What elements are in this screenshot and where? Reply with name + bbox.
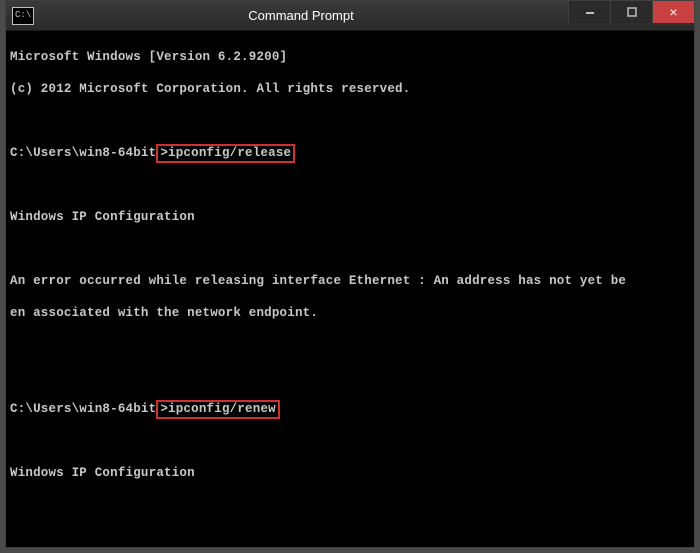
prompt-release: C:\Users\win8-64bit>ipconfig/release: [10, 145, 690, 161]
blank-line: [10, 529, 690, 545]
titlebar[interactable]: C:\ Command Prompt ×: [6, 1, 694, 31]
ip-config-header: Windows IP Configuration: [10, 465, 690, 481]
blank-line: [10, 337, 690, 353]
blank-line: [10, 241, 690, 257]
prompt-renew: C:\Users\win8-64bit>ipconfig/renew: [10, 401, 690, 417]
window-controls: ×: [568, 1, 694, 30]
prompt-path: C:\Users\win8-64bit: [10, 146, 156, 160]
highlight-renew-cmd: >ipconfig/renew: [156, 400, 280, 419]
version-line: Microsoft Windows [Version 6.2.9200]: [10, 49, 690, 65]
copyright-line: (c) 2012 Microsoft Corporation. All righ…: [10, 81, 690, 97]
blank-line: [10, 113, 690, 129]
prompt-path: C:\Users\win8-64bit: [10, 402, 156, 416]
blank-line: [10, 177, 690, 193]
blank-line: [10, 497, 690, 513]
cmd-icon: C:\: [12, 7, 34, 25]
minimize-button[interactable]: [568, 1, 610, 23]
ip-config-header: Windows IP Configuration: [10, 209, 690, 225]
close-button[interactable]: ×: [652, 1, 694, 23]
blank-line: [10, 433, 690, 449]
error-line-1: An error occurred while releasing interf…: [10, 273, 690, 289]
maximize-button[interactable]: [610, 1, 652, 23]
command-prompt-window: C:\ Command Prompt × Microsoft Windows […: [5, 0, 695, 548]
window-title: Command Prompt: [34, 8, 568, 23]
highlight-release-cmd: >ipconfig/release: [156, 144, 295, 163]
terminal-output[interactable]: Microsoft Windows [Version 6.2.9200] (c)…: [6, 31, 694, 547]
error-line-2: en associated with the network endpoint.: [10, 305, 690, 321]
blank-line: [10, 369, 690, 385]
